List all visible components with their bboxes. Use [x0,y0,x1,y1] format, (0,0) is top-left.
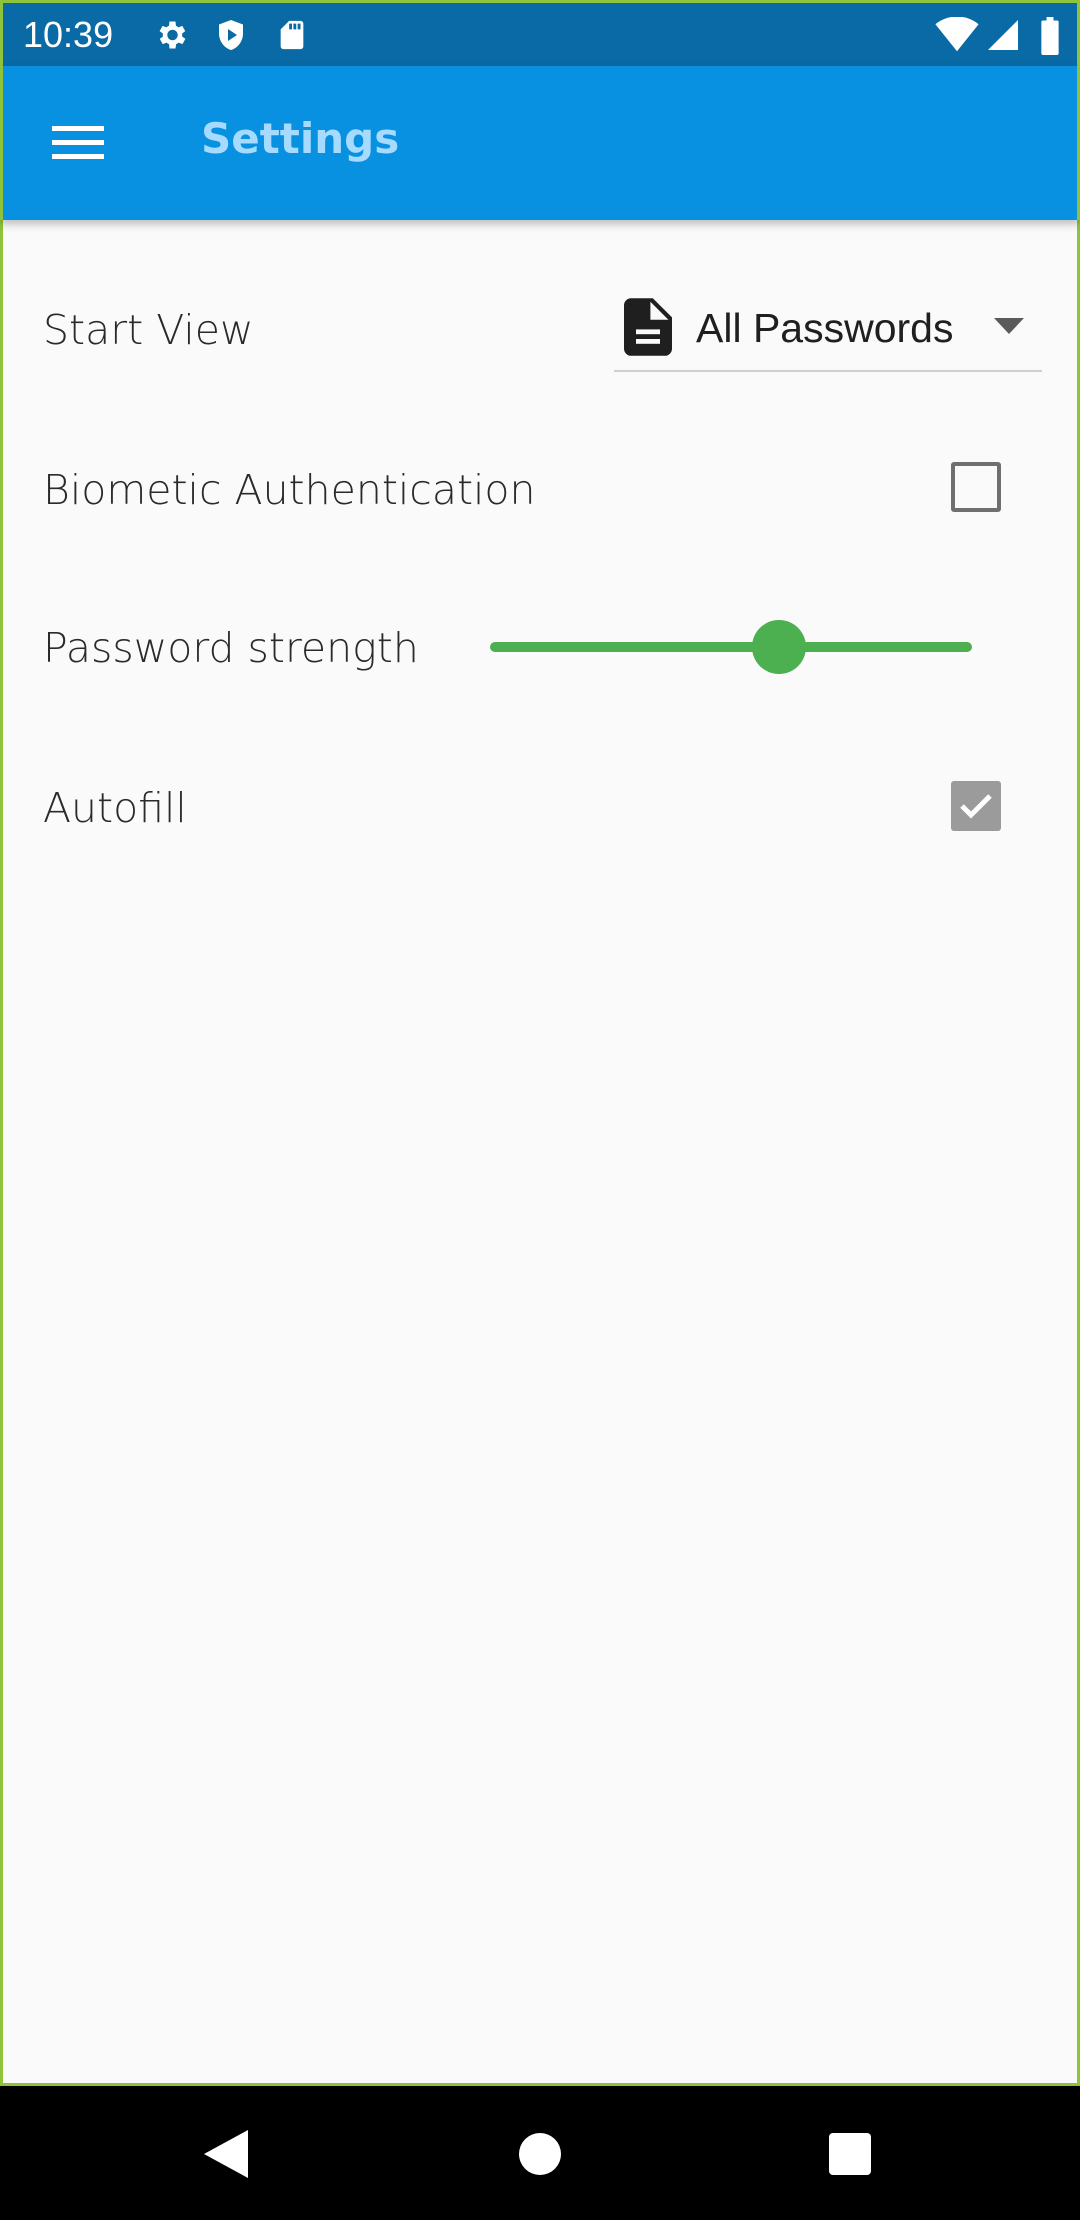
cell-signal-icon [985,17,1021,57]
sd-card-icon [275,17,309,57]
autofill-checkbox[interactable] [951,781,1001,831]
start-view-label: Start View [43,306,254,354]
slider-track [490,642,972,652]
document-icon [624,298,672,360]
gear-icon [153,17,189,57]
screen: 10:39 Settings Start View All Passwords … [0,0,1080,2220]
password-strength-label: Password strength [43,624,419,672]
settings-list: Start View All Passwords Biometic Authen… [0,220,1080,2086]
wifi-icon [935,16,979,57]
battery-icon [1039,17,1061,59]
slider-thumb[interactable] [752,620,807,674]
recents-icon [829,2133,871,2179]
autofill-label: Autofill [43,784,187,832]
shield-icon [213,17,249,57]
biometric-checkbox[interactable] [951,462,1001,512]
start-view-dropdown[interactable]: All Passwords [614,292,1042,372]
check-icon [951,794,1001,835]
password-strength-slider[interactable] [486,617,976,677]
chevron-down-icon [994,318,1024,338]
app-bar: Settings [0,66,1080,220]
start-view-value: All Passwords [696,305,954,351]
status-bar: 10:39 [0,0,1080,66]
status-time: 10:39 [23,14,114,55]
back-button[interactable] [186,2116,266,2196]
back-icon [204,2130,248,2182]
navigation-bar [0,2086,1080,2220]
menu-icon [52,123,104,167]
menu-button[interactable] [43,110,113,180]
page-title: Settings [201,114,400,163]
home-button[interactable] [500,2116,580,2196]
recents-button[interactable] [810,2116,890,2196]
biometric-label: Biometic Authentication [43,466,536,514]
home-icon [519,2133,561,2179]
